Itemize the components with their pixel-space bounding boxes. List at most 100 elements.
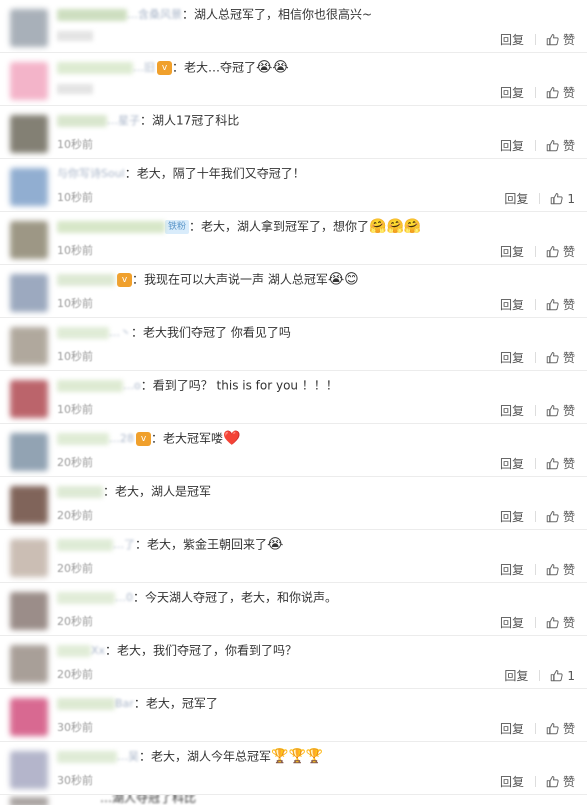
like-button[interactable]: 赞 — [546, 349, 575, 366]
comment-text: ：老大冠军喽 — [151, 431, 224, 446]
reply-button[interactable]: 回复 — [500, 137, 524, 154]
like-button[interactable]: 赞 — [546, 455, 575, 472]
comment-line: …含桑风景：湖人总冠军了，相信你也很高兴~ — [57, 5, 579, 23]
username[interactable] — [57, 61, 133, 74]
like-button[interactable]: 赞 — [546, 561, 575, 578]
like-button[interactable]: 赞 — [546, 402, 575, 419]
like-button[interactable]: 赞 — [546, 720, 575, 737]
username[interactable] — [57, 538, 113, 551]
reply-button[interactable]: 回复 — [500, 614, 524, 631]
username[interactable] — [57, 326, 109, 339]
avatar[interactable] — [10, 645, 48, 683]
thumbs-up-icon — [546, 457, 559, 470]
comment-item: …0：今天湖人夺冠了，老大，和你说声。 20秒前 回复 赞 — [0, 583, 587, 636]
username-suffix[interactable]: …o — [123, 377, 141, 395]
like-button[interactable]: 赞 — [546, 614, 575, 631]
comment-text: ：看到了吗？ this is for you ！！！ — [140, 378, 338, 393]
username[interactable] — [57, 432, 109, 445]
username-suffix[interactable]: Xx — [91, 642, 105, 660]
reply-button[interactable]: 回复 — [500, 296, 524, 313]
avatar[interactable] — [10, 168, 48, 206]
comment-text: ：老大，紫金王朝回来了 — [135, 537, 268, 552]
partial-comment-row: …湖人夺冠了科比 — [0, 795, 587, 805]
comment-line: 与你写诗Soul：老大，隔了十年我们又夺冠了！ — [57, 164, 579, 182]
username-suffix[interactable]: …0 — [115, 589, 133, 607]
like-label: 赞 — [562, 245, 575, 259]
username-suffix[interactable]: 与你写诗Soul — [57, 165, 125, 183]
comment-actions: 回复 1 — [504, 190, 575, 207]
comment-actions: 回复 赞 — [500, 561, 575, 578]
avatar[interactable] — [10, 9, 48, 47]
comment-actions: 回复 1 — [504, 667, 575, 684]
reply-button[interactable]: 回复 — [500, 773, 524, 790]
avatar[interactable] — [10, 433, 48, 471]
thumbs-up-icon — [546, 510, 559, 523]
vip-badge-icon: v — [136, 431, 151, 446]
username-suffix[interactable]: …含桑风景 — [127, 6, 182, 24]
reply-button[interactable]: 回复 — [500, 84, 524, 101]
avatar[interactable] — [10, 62, 48, 100]
username[interactable] — [57, 273, 115, 286]
like-button[interactable]: 1 — [550, 669, 575, 683]
reply-button[interactable]: 回复 — [504, 667, 528, 684]
username-suffix[interactable]: …了 — [113, 536, 135, 554]
username[interactable] — [57, 697, 115, 710]
username-suffix[interactable]: …旧 — [133, 59, 155, 77]
thumbs-up-icon — [551, 669, 563, 682]
avatar[interactable] — [10, 592, 48, 630]
emoji-icon: 🤗🤗🤗 — [369, 218, 422, 235]
like-button[interactable]: 赞 — [546, 243, 575, 260]
username[interactable] — [57, 114, 107, 127]
username-suffix[interactable]: …吴 — [117, 748, 139, 766]
username-suffix[interactable]: …星子 — [107, 112, 140, 130]
comment-text: ：老大，湖人今年总冠军 — [139, 749, 272, 764]
like-button[interactable]: 赞 — [546, 296, 575, 313]
emoji-icon: 😭😭 — [256, 59, 289, 76]
comment-line: …28 v ：老大冠军喽❤️ — [57, 429, 579, 447]
username[interactable] — [57, 379, 123, 392]
reply-button[interactable]: 回复 — [500, 561, 524, 578]
like-button[interactable]: 赞 — [546, 84, 575, 101]
like-label: 赞 — [562, 775, 575, 789]
avatar[interactable] — [10, 327, 48, 365]
timestamp: 20秒前 — [57, 456, 93, 469]
reply-button[interactable]: 回复 — [504, 190, 528, 207]
avatar[interactable] — [10, 751, 48, 789]
avatar[interactable] — [10, 221, 48, 259]
reply-button[interactable]: 回复 — [500, 402, 524, 419]
action-divider — [534, 246, 536, 257]
reply-button[interactable]: 回复 — [500, 720, 524, 737]
thumbs-up-icon — [546, 563, 559, 576]
username[interactable] — [57, 750, 117, 763]
username[interactable] — [57, 485, 103, 498]
reply-button[interactable]: 回复 — [500, 31, 524, 48]
avatar[interactable] — [10, 380, 48, 418]
like-button[interactable]: 赞 — [546, 137, 575, 154]
like-button[interactable]: 赞 — [546, 31, 575, 48]
reply-button[interactable]: 回复 — [500, 455, 524, 472]
username-suffix[interactable]: Bar — [115, 695, 134, 713]
reply-button[interactable]: 回复 — [500, 243, 524, 260]
reply-button[interactable]: 回复 — [500, 349, 524, 366]
username-suffix[interactable]: …28 — [109, 430, 134, 448]
avatar[interactable] — [10, 115, 48, 153]
username[interactable] — [57, 8, 127, 21]
like-button[interactable]: 赞 — [546, 773, 575, 790]
avatar[interactable] — [10, 698, 48, 736]
reply-button[interactable]: 回复 — [500, 508, 524, 525]
like-button[interactable]: 1 — [550, 192, 575, 206]
avatar[interactable] — [10, 539, 48, 577]
username[interactable] — [57, 591, 115, 604]
username-suffix[interactable]: …丶 — [109, 324, 131, 342]
comment-line: Bar：老大，冠军了 — [57, 694, 579, 712]
like-button[interactable]: 赞 — [546, 508, 575, 525]
username[interactable] — [57, 644, 91, 657]
avatar[interactable] — [10, 486, 48, 524]
comment-text: ：今天湖人夺冠了，老大，和你说声。 — [133, 590, 338, 605]
like-label: 赞 — [562, 298, 575, 312]
thumbs-up-icon — [546, 404, 559, 417]
like-label: 赞 — [562, 563, 575, 577]
username[interactable] — [57, 220, 165, 233]
like-label: 赞 — [562, 139, 575, 153]
avatar[interactable] — [10, 274, 48, 312]
